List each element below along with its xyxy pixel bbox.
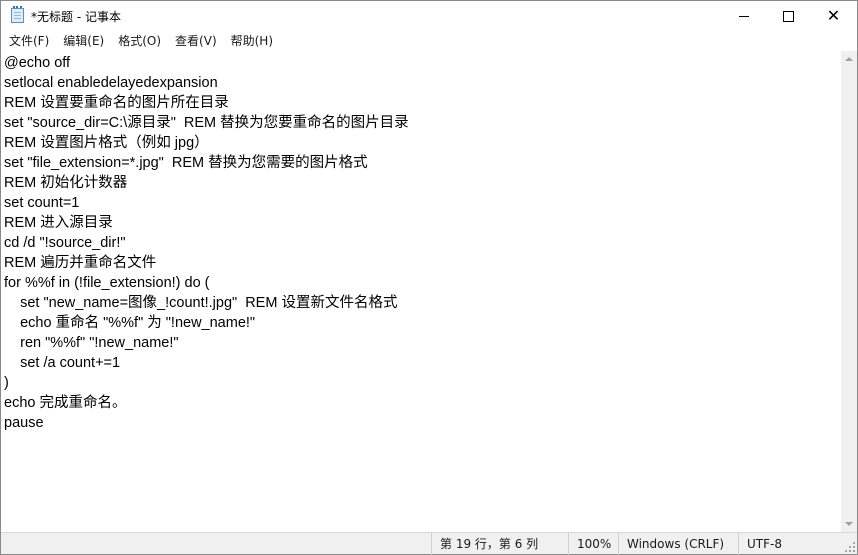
editor-line: for %%f in (!file_extension!) do ( bbox=[4, 275, 210, 291]
editor-line: REM 设置图片格式（例如 jpg） bbox=[4, 135, 209, 151]
editor-content: @echo off setlocal enabledelayedexpansio… bbox=[4, 53, 409, 433]
resize-grip-icon[interactable] bbox=[844, 541, 855, 552]
menu-bar: 文件(F) 编辑(E) 格式(O) 查看(V) 帮助(H) bbox=[1, 31, 857, 51]
menu-view[interactable]: 查看(V) bbox=[168, 31, 224, 51]
minimize-icon bbox=[738, 15, 749, 17]
maximize-icon bbox=[783, 10, 794, 22]
zoom-level: 100% bbox=[568, 533, 618, 555]
editor-line: set "new_name=图像_!count!.jpg" REM 设置新文件名… bbox=[4, 295, 398, 311]
editor-line: set "source_dir=C:\源目录" REM 替换为您要重命名的图片目… bbox=[4, 115, 409, 131]
close-button[interactable]: ✕ bbox=[811, 1, 856, 31]
chevron-up-icon bbox=[845, 57, 853, 61]
status-bar: 第 19 行，第 6 列 100% Windows (CRLF) UTF-8 bbox=[1, 532, 857, 555]
editor-line: set "file_extension=*.jpg" REM 替换为您需要的图片… bbox=[4, 155, 368, 171]
cursor-position: 第 19 行，第 6 列 bbox=[431, 533, 568, 555]
menu-format[interactable]: 格式(O) bbox=[111, 31, 168, 51]
scroll-up-button[interactable] bbox=[841, 51, 857, 67]
notepad-icon bbox=[11, 6, 24, 23]
editor-line: ren "%%f" "!new_name!" bbox=[4, 335, 179, 351]
chevron-down-icon bbox=[845, 522, 853, 526]
vertical-scrollbar[interactable] bbox=[841, 51, 857, 532]
menu-file[interactable]: 文件(F) bbox=[1, 31, 56, 51]
editor-line: REM 初始化计数器 bbox=[4, 175, 128, 191]
editor-line: set /a count+=1 bbox=[4, 355, 121, 371]
editor-line: echo 重命名 "%%f" 为 "!new_name!" bbox=[4, 315, 256, 331]
window-title: *无标题 - 记事本 bbox=[31, 10, 121, 24]
editor-line: set count=1 bbox=[4, 195, 80, 211]
editor-line: ) bbox=[4, 375, 9, 391]
encoding: UTF-8 bbox=[738, 533, 841, 555]
editor-line: REM 设置要重命名的图片所在目录 bbox=[4, 95, 229, 111]
scroll-down-button[interactable] bbox=[841, 516, 857, 532]
menu-help[interactable]: 帮助(H) bbox=[224, 31, 280, 51]
minimize-button[interactable] bbox=[721, 1, 766, 31]
editor-line: echo 完成重命名。 bbox=[4, 395, 127, 411]
editor-line: cd /d "!source_dir!" bbox=[4, 235, 126, 251]
editor-line: @echo off bbox=[4, 55, 71, 71]
menu-edit[interactable]: 编辑(E) bbox=[56, 31, 111, 51]
maximize-button[interactable] bbox=[766, 1, 811, 31]
editor-line: REM 进入源目录 bbox=[4, 215, 113, 231]
editor-line: REM 遍历并重命名文件 bbox=[4, 255, 157, 271]
editor-line: setlocal enabledelayedexpansion bbox=[4, 75, 218, 91]
notepad-window: *无标题 - 记事本 ✕ 文件(F) 编辑(E) 格式(O) 查看(V) 帮助(… bbox=[0, 0, 858, 555]
line-ending: Windows (CRLF) bbox=[618, 533, 738, 555]
close-icon: ✕ bbox=[826, 6, 841, 25]
title-bar[interactable]: *无标题 - 记事本 ✕ bbox=[1, 1, 857, 31]
text-editor[interactable]: @echo off setlocal enabledelayedexpansio… bbox=[1, 51, 841, 532]
editor-line: pause bbox=[4, 415, 44, 431]
